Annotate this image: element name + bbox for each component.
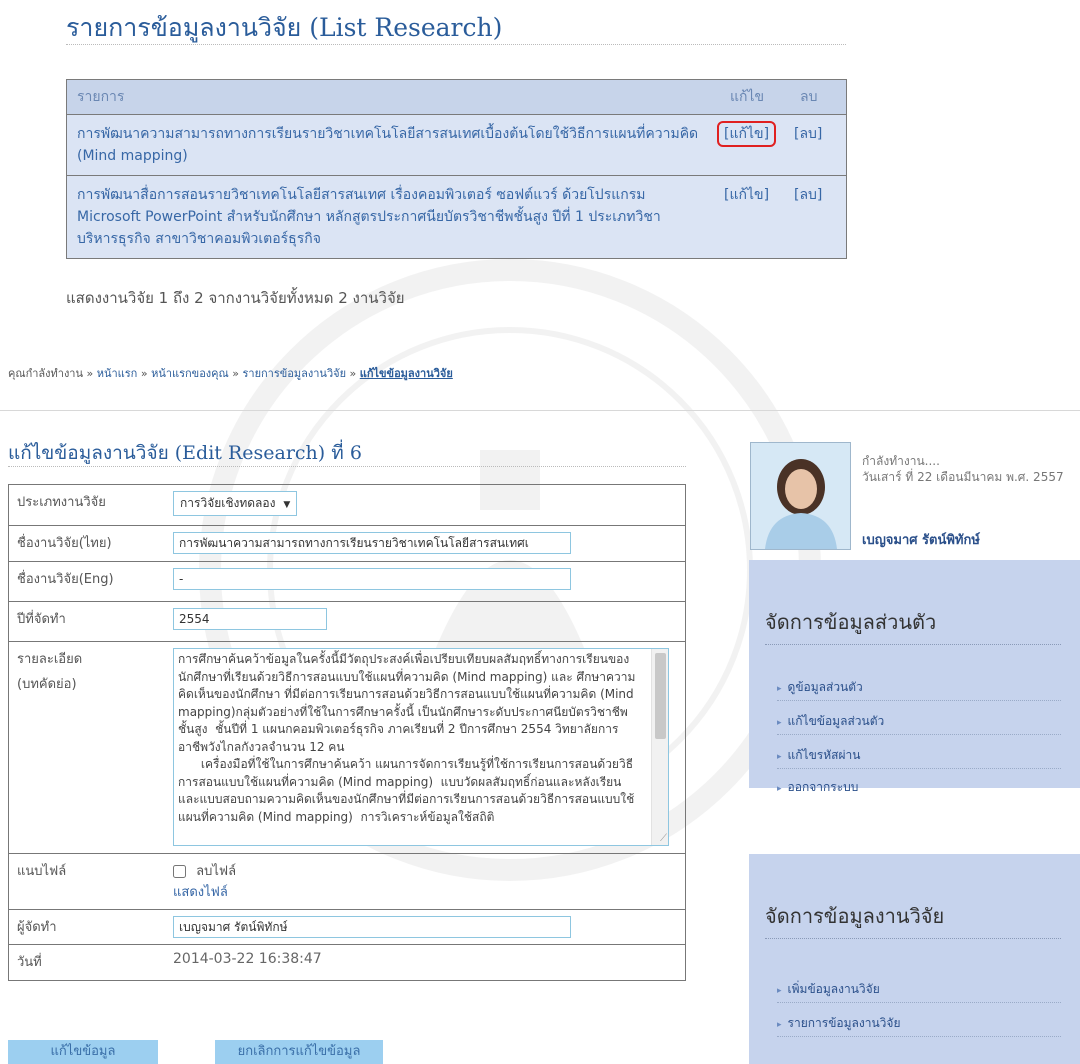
bullet-icon: ▸ [777, 784, 782, 794]
breadcrumb: คุณกำลังทำงาน » หน้าแรก » หน้าแรกของคุณ … [8, 364, 453, 382]
research-menu-heading: จัดการข้อมูลงานวิจัย [765, 904, 945, 928]
divider [8, 466, 686, 467]
menu-item-label: แก้ไขรหัสผ่าน [787, 748, 861, 762]
detail-text: การศึกษาค้นคว้าข้อมูลในครั้งนี้มีวัตถุปร… [178, 652, 636, 824]
research-menu-box: จัดการข้อมูลงานวิจัย ▸ เพิ่มข้อมูลงานวิจั… [749, 854, 1080, 1064]
name-en-label: ชื่องานวิจัย(Eng) [8, 561, 165, 602]
resize-grip-icon[interactable]: ⟋ [660, 834, 667, 844]
menu-item-add-research[interactable]: ▸ เพิ่มข้อมูลงานวิจัย [777, 980, 880, 999]
breadcrumb-prefix: คุณกำลังทำงาน » [8, 367, 94, 380]
breadcrumb-home[interactable]: หน้าแรก [97, 367, 138, 380]
detail-label-sub: (บทคัดย่อ) [17, 677, 77, 692]
type-label: ประเภทงานวิจัย [8, 484, 165, 526]
list-summary: แสดงงานวิจัย 1 ถึง 2 จากงานวิจัยทั้งหมด … [66, 289, 405, 307]
menu-item-label: แก้ไขข้อมูลส่วนตัว [787, 714, 885, 728]
form-row-name-th: ชื่องานวิจัย(ไทย) [8, 525, 686, 562]
detail-label: รายละเอียด [17, 652, 83, 667]
edit-link[interactable]: [แก้ไข] [717, 121, 777, 147]
breadcrumb-current[interactable]: แก้ไขข้อมูลงานวิจัย [360, 367, 453, 380]
delete-link[interactable]: [ลบ] [794, 126, 822, 142]
divider [777, 1002, 1061, 1003]
form-row-detail: รายละเอียด (บทคัดย่อ) การศึกษาค้นคว้าข้อ… [8, 641, 686, 854]
divider [0, 410, 1080, 411]
author-input[interactable] [173, 916, 571, 938]
name-th-label: ชื่องานวิจัย(ไทย) [8, 525, 165, 562]
breadcrumb-separator: » [232, 367, 239, 380]
column-header-delete: ลบ [790, 79, 847, 115]
divider [765, 938, 1061, 939]
breadcrumb-separator: » [140, 367, 148, 380]
cancel-button[interactable]: ยกเลิกการแก้ไขข้อมูล [215, 1040, 383, 1064]
menu-item-edit-profile[interactable]: ▸ แก้ไขข้อมูลส่วนตัว [777, 712, 884, 731]
form-row-author: ผู้จัดทำ [8, 909, 686, 945]
bullet-icon: ▸ [777, 684, 782, 694]
divider [777, 700, 1061, 701]
menu-item-research-list[interactable]: ▸ รายการข้อมูลงานวิจัย [777, 1014, 900, 1033]
menu-item-label: เพิ่มข้อมูลงานวิจัย [787, 982, 880, 996]
column-header-item: รายการ [66, 79, 720, 115]
year-input[interactable] [173, 608, 327, 630]
attach-label: แนบไฟล์ [8, 853, 165, 910]
delete-file-label: ลบไฟล์ [196, 864, 237, 879]
delete-link[interactable]: [ลบ] [794, 187, 822, 203]
avatar [750, 442, 851, 550]
table-header-row: รายการ แก้ไข ลบ [66, 79, 847, 115]
table-row: การพัฒนาสื่อการสอนรายวิชาเทคโนโลยีสารสนเ… [66, 175, 847, 259]
type-select-value: การวิจัยเชิงทดลอง [180, 496, 276, 510]
form-row-year: ปีที่จัดทำ [8, 601, 686, 642]
form-row-attach: แนบไฟล์ ลบไฟล์ แสดงไฟล์ [8, 853, 686, 910]
avatar-person-icon [751, 443, 850, 549]
breadcrumb-research-list[interactable]: รายการข้อมูลงานวิจัย [242, 367, 346, 380]
divider [765, 644, 1061, 645]
profile-date: วันเสาร์ ที่ 22 เดือนมีนาคม พ.ศ. 2557 [862, 470, 1064, 484]
divider [777, 1036, 1061, 1037]
menu-item-change-password[interactable]: ▸ แก้ไขรหัสผ่าน [777, 746, 860, 765]
form-row-date: วันที่ 2014-03-22 16:38:47 [8, 944, 686, 981]
scrollbar[interactable] [651, 649, 668, 845]
edit-title-number: 6 [349, 442, 362, 464]
save-button[interactable]: แก้ไขข้อมูล [8, 1040, 158, 1064]
divider [777, 734, 1061, 735]
breadcrumb-my-home[interactable]: หน้าแรกของคุณ [151, 367, 229, 380]
table-row: การพัฒนาความสามารถทางการเรียนรายวิชาเทคโ… [66, 114, 847, 176]
personal-menu-heading: จัดการข้อมูลส่วนตัว [765, 610, 937, 634]
name-en-input[interactable] [173, 568, 571, 590]
dropdown-arrow-icon: ▼ [283, 500, 291, 510]
bullet-icon: ▸ [777, 752, 782, 762]
detail-textarea[interactable]: การศึกษาค้นคว้าข้อมูลในครั้งนี้มีวัตถุปร… [173, 648, 669, 846]
year-label: ปีที่จัดทำ [8, 601, 165, 642]
form-row-type: ประเภทงานวิจัย การวิจัยเชิงทดลอง ▼ [8, 484, 686, 526]
edit-form: ประเภทงานวิจัย การวิจัยเชิงทดลอง ▼ ชื่อง… [8, 484, 686, 981]
row-title-link[interactable]: การพัฒนาสื่อการสอนรายวิชาเทคโนโลยีสารสนเ… [66, 175, 720, 259]
edit-link[interactable]: [แก้ไข] [724, 187, 769, 203]
personal-menu-box: จัดการข้อมูลส่วนตัว ▸ ดูข้อมูลส่วนตัว ▸ แก… [749, 560, 1080, 794]
edit-title-text: แก้ไขข้อมูลงานวิจัย (Edit Research) ที่ [8, 442, 344, 464]
profile-name: เบญจมาศ รัตน์พิทักษ์ [862, 533, 980, 548]
menu-item-label: ดูข้อมูลส่วนตัว [787, 680, 863, 694]
menu-item-logout[interactable]: ▸ ออกจากระบบ [777, 778, 858, 797]
scrollbar-thumb[interactable] [655, 653, 666, 739]
column-header-edit: แก้ไข [720, 79, 790, 115]
row-title-link[interactable]: การพัฒนาความสามารถทางการเรียนรายวิชาเทคโ… [66, 114, 720, 176]
divider [66, 44, 846, 45]
show-file-link[interactable]: แสดงไฟล์ [173, 885, 228, 900]
date-value: 2014-03-22 16:38:47 [165, 944, 686, 981]
date-label: วันที่ [8, 944, 165, 981]
type-select[interactable]: การวิจัยเชิงทดลอง ▼ [173, 491, 298, 516]
bullet-icon: ▸ [777, 1020, 782, 1030]
research-list-table: รายการ แก้ไข ลบ การพัฒนาความสามารถทางการ… [66, 79, 847, 259]
menu-item-view-profile[interactable]: ▸ ดูข้อมูลส่วนตัว [777, 678, 863, 697]
divider [777, 768, 1061, 769]
edit-title: แก้ไขข้อมูลงานวิจัย (Edit Research) ที่ … [8, 438, 362, 468]
delete-file-checkbox[interactable] [173, 865, 186, 878]
name-th-input[interactable] [173, 532, 571, 554]
form-row-name-en: ชื่องานวิจัย(Eng) [8, 561, 686, 602]
bullet-icon: ▸ [777, 986, 782, 996]
menu-item-label: รายการข้อมูลงานวิจัย [787, 1016, 901, 1030]
list-title: รายการข้อมูลงานวิจัย (List Research) [66, 13, 503, 42]
menu-item-label: ออกจากระบบ [787, 780, 859, 794]
author-label: ผู้จัดทำ [8, 909, 165, 945]
breadcrumb-separator: » [349, 367, 357, 380]
bullet-icon: ▸ [777, 718, 782, 728]
